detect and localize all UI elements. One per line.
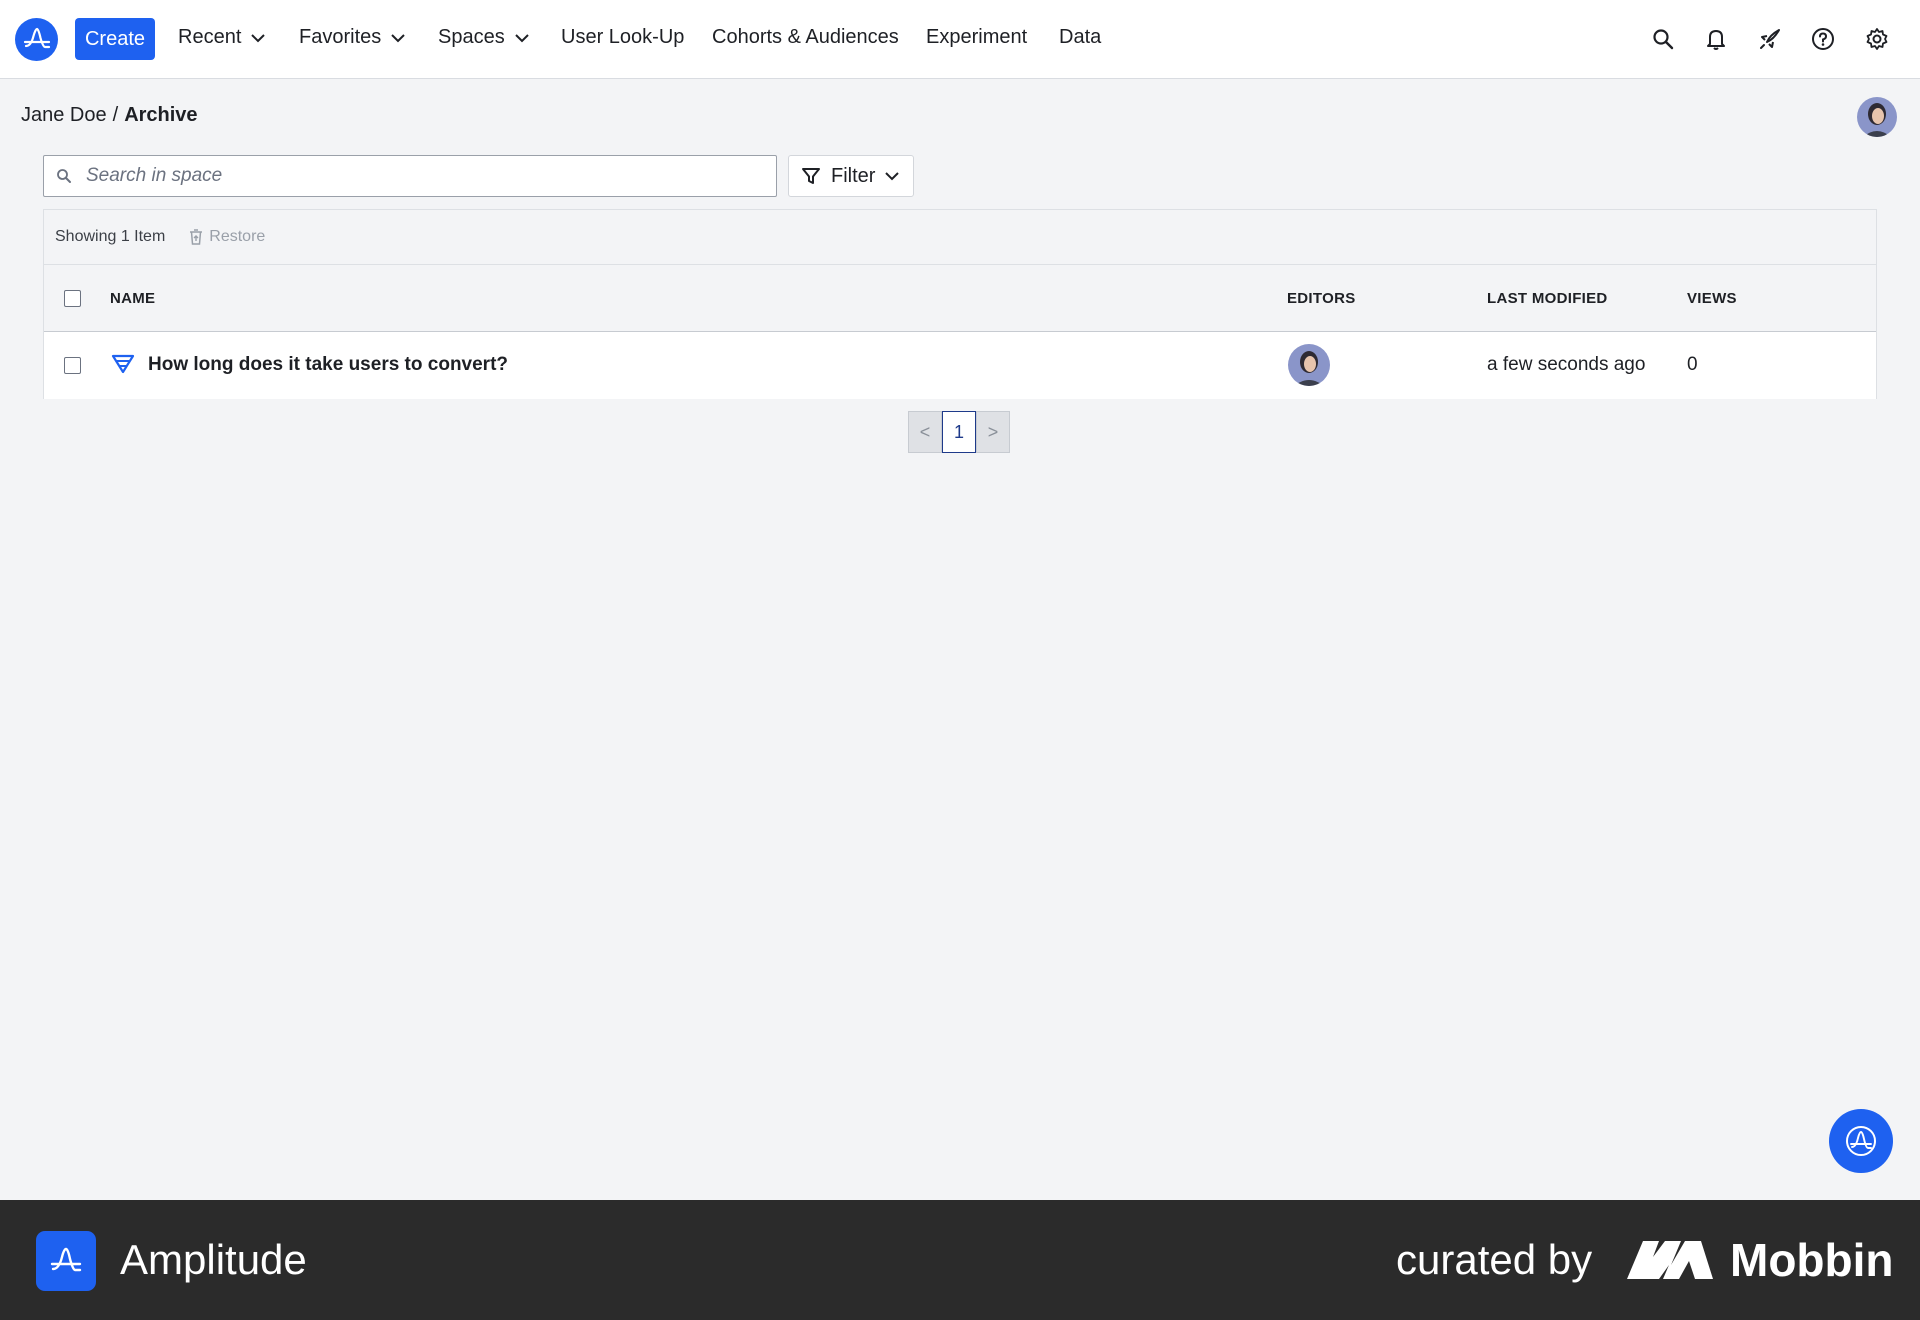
table-toolbar: Showing 1 Item Restore [44, 210, 1876, 265]
row-checkbox[interactable] [64, 357, 81, 374]
mobbin-wordmark: Mobbin [1730, 1234, 1894, 1286]
chevron-down-icon [251, 34, 266, 43]
search-in-space-field[interactable] [43, 155, 777, 197]
curated-by-text: curated by [1396, 1236, 1593, 1283]
nav-user-lookup[interactable]: User Look-Up [561, 26, 684, 49]
filter-label: Filter [831, 164, 876, 187]
trash-restore-icon [190, 229, 203, 245]
search-input[interactable] [86, 165, 746, 187]
amplitude-logo-icon [1846, 1126, 1876, 1156]
table-header: NAME EDITORS LAST MODIFIED VIEWS [44, 265, 1876, 332]
nav-cohorts-audiences[interactable]: Cohorts & Audiences [712, 26, 899, 49]
breadcrumb-owner[interactable]: Jane Doe [21, 104, 107, 126]
nav-favorites-label: Favorites [299, 26, 382, 48]
help-icon[interactable] [1810, 26, 1836, 52]
current-page-button[interactable]: 1 [942, 411, 976, 453]
nav-recent[interactable]: Recent [178, 26, 266, 49]
nav-experiment[interactable]: Experiment [926, 26, 1027, 49]
brand-name: Amplitude [120, 1236, 307, 1283]
item-count: Showing 1 Item [55, 228, 166, 245]
filter-icon [802, 168, 820, 184]
footer-banner: Amplitude curated by Mobbin [0, 1200, 1920, 1320]
nav-favorites[interactable]: Favorites [299, 26, 405, 49]
chevron-down-icon [885, 171, 900, 180]
nav-data[interactable]: Data [1059, 26, 1101, 49]
row-name-link[interactable]: How long does it take users to convert? [148, 354, 508, 376]
table-row[interactable]: How long does it take users to convert? … [44, 332, 1876, 399]
column-editors[interactable]: EDITORS [1287, 290, 1356, 307]
search-icon [56, 167, 74, 185]
user-avatar[interactable] [1857, 97, 1897, 137]
restore-label: Restore [209, 228, 266, 245]
pagination: < 1 > [908, 411, 1010, 453]
column-last-modified[interactable]: LAST MODIFIED [1487, 290, 1608, 307]
search-icon[interactable] [1650, 26, 1676, 52]
breadcrumb-current: Archive [124, 104, 198, 126]
nav-spaces[interactable]: Spaces [438, 26, 529, 49]
gear-icon[interactable] [1864, 26, 1890, 52]
bell-icon[interactable] [1703, 26, 1729, 52]
top-navigation: Create Recent Favorites Spaces User Look… [0, 0, 1920, 79]
column-name[interactable]: NAME [110, 290, 155, 307]
editor-avatar [1288, 344, 1330, 386]
restore-button[interactable]: Restore [189, 228, 265, 246]
mobbin-logo-icon [1627, 1241, 1713, 1279]
nav-spaces-label: Spaces [438, 26, 505, 48]
select-all-checkbox[interactable] [64, 290, 81, 307]
rocket-icon[interactable] [1757, 26, 1783, 52]
prev-page-button[interactable]: < [908, 411, 942, 453]
row-views: 0 [1687, 354, 1698, 375]
create-button[interactable]: Create [75, 18, 155, 60]
amplitude-logo-icon[interactable] [15, 18, 58, 61]
filter-button[interactable]: Filter [788, 155, 914, 197]
amplitude-logo-icon [36, 1231, 96, 1291]
breadcrumb: Jane Doe / Archive [21, 104, 198, 127]
next-page-button[interactable]: > [976, 411, 1010, 453]
row-last-modified: a few seconds ago [1487, 354, 1646, 375]
archive-table-panel: Showing 1 Item Restore NAME EDITORS LAST… [43, 209, 1877, 399]
chevron-down-icon [515, 34, 529, 43]
breadcrumb-separator: / [112, 104, 119, 126]
nav-recent-label: Recent [178, 26, 242, 48]
column-views[interactable]: VIEWS [1687, 290, 1737, 307]
chevron-down-icon [391, 34, 405, 43]
funnel-chart-icon [111, 354, 135, 380]
amplitude-assistant-button[interactable] [1829, 1109, 1893, 1173]
